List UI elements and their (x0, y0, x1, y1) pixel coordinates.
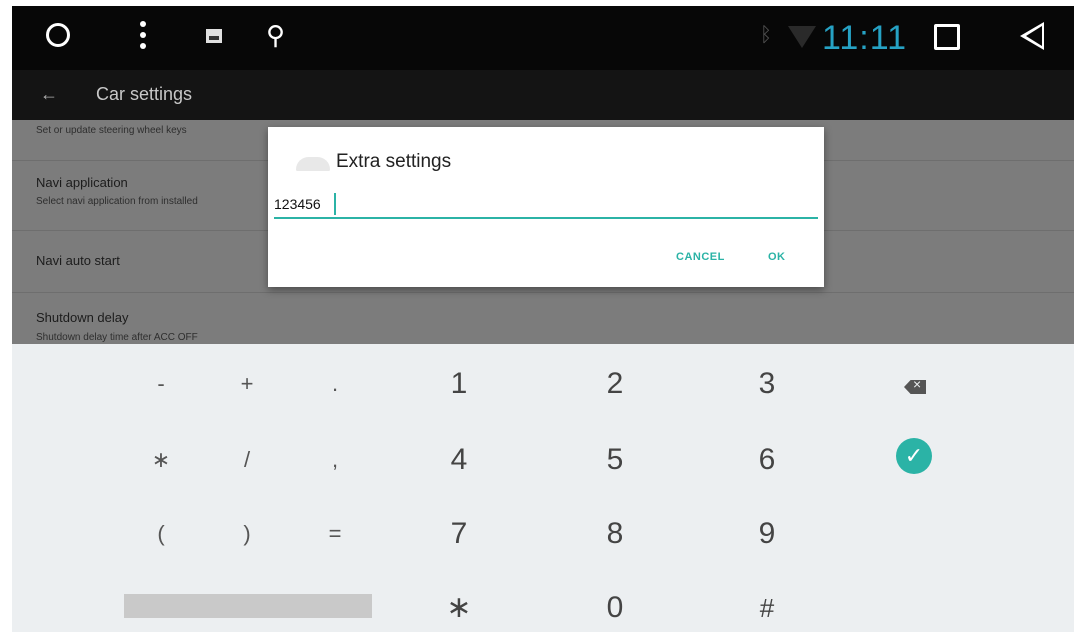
bluetooth-icon: ᛒ (760, 24, 772, 46)
key-minus[interactable]: - (126, 354, 196, 414)
key-plus[interactable]: + (212, 354, 282, 414)
key-8[interactable]: 8 (580, 504, 650, 564)
key-asterisk[interactable]: ∗ (126, 430, 196, 490)
divider (12, 292, 1074, 293)
menu-dots-icon[interactable] (140, 21, 146, 51)
key-star[interactable]: ∗ (424, 578, 494, 632)
key-3[interactable]: 3 (732, 354, 802, 414)
app-bar-title: Car settings (96, 84, 193, 104)
setting-title[interactable]: Navi application (36, 175, 128, 190)
password-input[interactable] (274, 191, 818, 219)
gallery-icon (206, 29, 222, 43)
key-open-paren[interactable]: ( (126, 504, 196, 564)
back-arrow-icon[interactable]: ← (40, 84, 58, 105)
home-icon[interactable] (46, 23, 70, 47)
numeric-keyboard: - + . 1 2 3 ∗ / , 4 5 6 ✓ ( ) = 7 8 9 ∗ … (12, 344, 1074, 632)
key-slash[interactable]: / (212, 430, 282, 490)
setting-subtitle: Shutdown delay time after ACC OFF (36, 332, 198, 343)
setting-subtitle: Select navi application from installed (36, 196, 198, 207)
key-period[interactable]: . (300, 354, 370, 414)
key-5[interactable]: 5 (580, 430, 650, 490)
key-equals[interactable]: = (300, 504, 370, 564)
status-clock: 11:11 (822, 19, 908, 57)
android-screen: ⚲ ᛒ 11:11 ← Car settings Set or update s… (12, 6, 1074, 632)
ok-button[interactable]: OK (768, 251, 786, 263)
key-4[interactable]: 4 (424, 430, 494, 490)
space-key[interactable] (124, 594, 372, 618)
setting-subtitle: Set or update steering wheel keys (36, 125, 187, 136)
key-1[interactable]: 1 (424, 354, 494, 414)
key-hash[interactable]: # (732, 578, 802, 632)
extra-settings-dialog: Extra settings CANCEL OK (268, 127, 824, 287)
cloud-icon (296, 153, 330, 171)
wifi-icon (788, 26, 816, 48)
text-cursor (334, 193, 336, 215)
setting-title[interactable]: Shutdown delay (36, 310, 129, 325)
usb-icon: ⚲ (266, 20, 286, 50)
key-2[interactable]: 2 (580, 354, 650, 414)
done-check-icon[interactable]: ✓ (896, 438, 932, 474)
back-nav-icon[interactable] (1020, 22, 1044, 50)
backspace-icon[interactable] (904, 380, 926, 394)
key-7[interactable]: 7 (424, 504, 494, 564)
key-comma[interactable]: , (300, 430, 370, 490)
recent-apps-icon[interactable] (934, 24, 960, 50)
key-6[interactable]: 6 (732, 430, 802, 490)
app-bar: ← Car settings (12, 70, 1074, 120)
key-9[interactable]: 9 (732, 504, 802, 564)
setting-title[interactable]: Navi auto start (36, 253, 120, 268)
dialog-title: Extra settings (336, 151, 452, 172)
key-close-paren[interactable]: ) (212, 504, 282, 564)
status-bar: ⚲ ᛒ 11:11 (12, 6, 1074, 70)
key-0[interactable]: 0 (580, 578, 650, 632)
cancel-button[interactable]: CANCEL (676, 251, 725, 263)
